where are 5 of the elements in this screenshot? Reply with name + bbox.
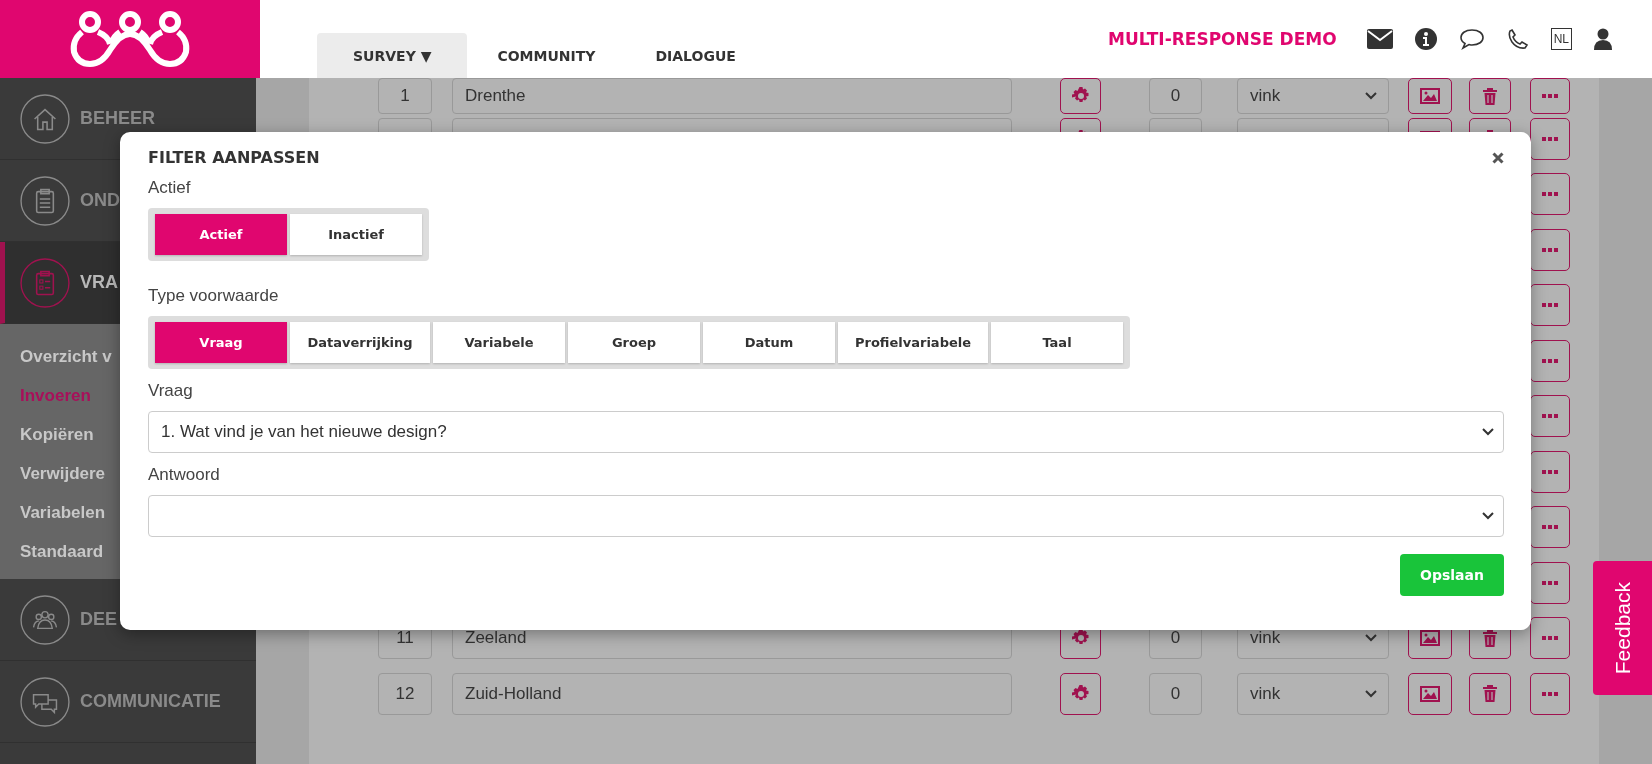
field-label: Actief [148, 178, 191, 198]
field-label: Vraag [148, 381, 193, 401]
field-label: Antwoord [148, 465, 220, 485]
brand-title: MULTI-RESPONSE DEMO [1108, 29, 1337, 49]
field-label: Type voorwaarde [148, 286, 279, 306]
